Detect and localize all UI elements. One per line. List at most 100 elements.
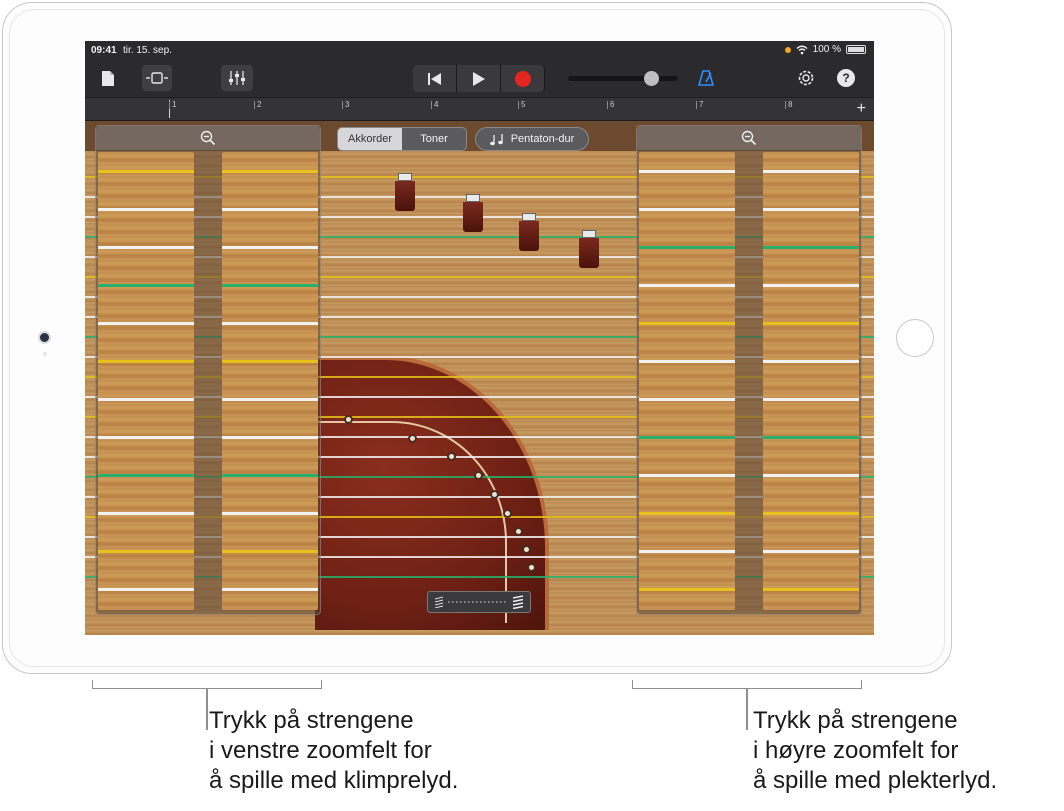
status-bar: 09:41 tir. 15. sep. 100 % [85,41,874,61]
tuning-peg [527,563,536,572]
zoom-string[interactable] [639,512,735,515]
record-icon[interactable] [501,65,544,92]
document-icon[interactable] [97,67,119,89]
zoom-string[interactable] [763,360,859,363]
right-zoom-header [637,126,861,150]
zoom-string[interactable] [763,170,859,173]
play-icon[interactable] [457,65,500,92]
track-view-icon[interactable] [142,65,172,91]
battery-percent: 100 % [812,44,841,55]
zoom-string[interactable] [222,398,318,401]
slider-track-dots [448,601,508,603]
zoom-string[interactable] [98,398,194,401]
left-zoom-strip-1[interactable] [98,152,194,610]
left-zoom-zone[interactable] [95,125,321,615]
settings-icon[interactable] [795,67,817,89]
mode-notes[interactable]: Toner [402,128,466,150]
zoom-string[interactable] [98,588,194,591]
zoom-string[interactable] [639,398,735,401]
zoom-string[interactable] [98,360,194,363]
right-zoom-strip-2[interactable] [763,152,859,610]
zoom-string[interactable] [763,588,859,591]
zoom-string[interactable] [98,322,194,325]
zoom-string[interactable] [763,550,859,553]
volume-slider[interactable] [568,71,678,86]
ruler-bar-2: 2 [254,101,261,109]
zoom-string[interactable] [98,170,194,173]
zoom-string[interactable] [639,360,735,363]
left-zoom-strip-2[interactable] [222,152,318,610]
zoom-string[interactable] [222,208,318,211]
left-callout-bracket [92,680,322,689]
tuning-peg [490,490,499,499]
tuning-peg [344,415,353,424]
rewind-icon[interactable] [413,65,456,92]
zoom-string[interactable] [763,208,859,211]
battery-icon [846,45,866,54]
ruler-bar-4: 4 [431,101,438,109]
front-camera [40,333,49,342]
zoom-string[interactable] [222,588,318,591]
home-button[interactable] [896,319,934,357]
zoom-string[interactable] [639,436,735,439]
string-bridge [395,173,415,211]
scale-button[interactable]: Pentaton-dur [475,127,589,151]
tuning-peg [408,434,417,443]
guzheng-instrument[interactable]: Akkorder Toner Pentaton-dur [85,121,874,635]
zoom-out-icon[interactable] [200,130,216,146]
zoom-string[interactable] [639,170,735,173]
zoom-string[interactable] [222,284,318,287]
zoom-string[interactable] [98,246,194,249]
zoom-string[interactable] [222,512,318,515]
garageband-screen: 09:41 tir. 15. sep. 100 % ? 1 2 3 4 5 6 … [85,41,874,635]
right-callout-line [746,689,748,730]
right-zoom-zone[interactable] [636,125,862,615]
zoom-string[interactable] [222,550,318,553]
zoom-out-icon[interactable] [741,130,757,146]
zoom-string[interactable] [98,474,194,477]
zoom-string[interactable] [639,246,735,249]
ruler-bar-5: 5 [518,101,525,109]
mixer-icon[interactable] [221,65,253,91]
zoom-string[interactable] [763,436,859,439]
zoom-string[interactable] [639,284,735,287]
zoom-string[interactable] [222,360,318,363]
zoom-string[interactable] [222,246,318,249]
metronome-icon[interactable] [695,67,717,89]
zoom-string[interactable] [639,588,735,591]
zoom-string[interactable] [763,474,859,477]
music-note-icon [489,133,503,145]
zoom-string[interactable] [763,246,859,249]
add-section-icon[interactable]: + [857,99,866,119]
zoom-string[interactable] [763,322,859,325]
volume-knob[interactable] [644,71,659,86]
zoom-string[interactable] [639,208,735,211]
help-icon[interactable]: ? [837,69,855,87]
zoom-string[interactable] [98,436,194,439]
ruler-bar-8: 8 [785,101,792,109]
string-bridge [463,194,483,232]
zoom-string[interactable] [98,550,194,553]
zoom-string[interactable] [98,284,194,287]
toolbar: ? [85,61,874,97]
left-callout-line [206,689,208,730]
zoom-string[interactable] [763,512,859,515]
strip-position-slider[interactable] [427,591,531,613]
zoom-string[interactable] [639,474,735,477]
zoom-string[interactable] [222,436,318,439]
right-zoom-strip-1[interactable] [639,152,735,610]
zoom-string[interactable] [222,474,318,477]
right-callout-bracket [632,680,862,689]
zoom-string[interactable] [98,208,194,211]
zoom-string[interactable] [639,322,735,325]
zoom-string[interactable] [763,398,859,401]
zoom-string[interactable] [222,322,318,325]
zoom-string[interactable] [639,550,735,553]
zoom-string[interactable] [98,512,194,515]
zoom-string[interactable] [222,170,318,173]
left-zoom-header [96,126,320,150]
zoom-string[interactable] [763,284,859,287]
mode-chords[interactable]: Akkorder [338,128,402,150]
strings-right-icon [512,595,524,609]
timeline-ruler[interactable]: 1 2 3 4 5 6 7 8 + [85,97,874,121]
